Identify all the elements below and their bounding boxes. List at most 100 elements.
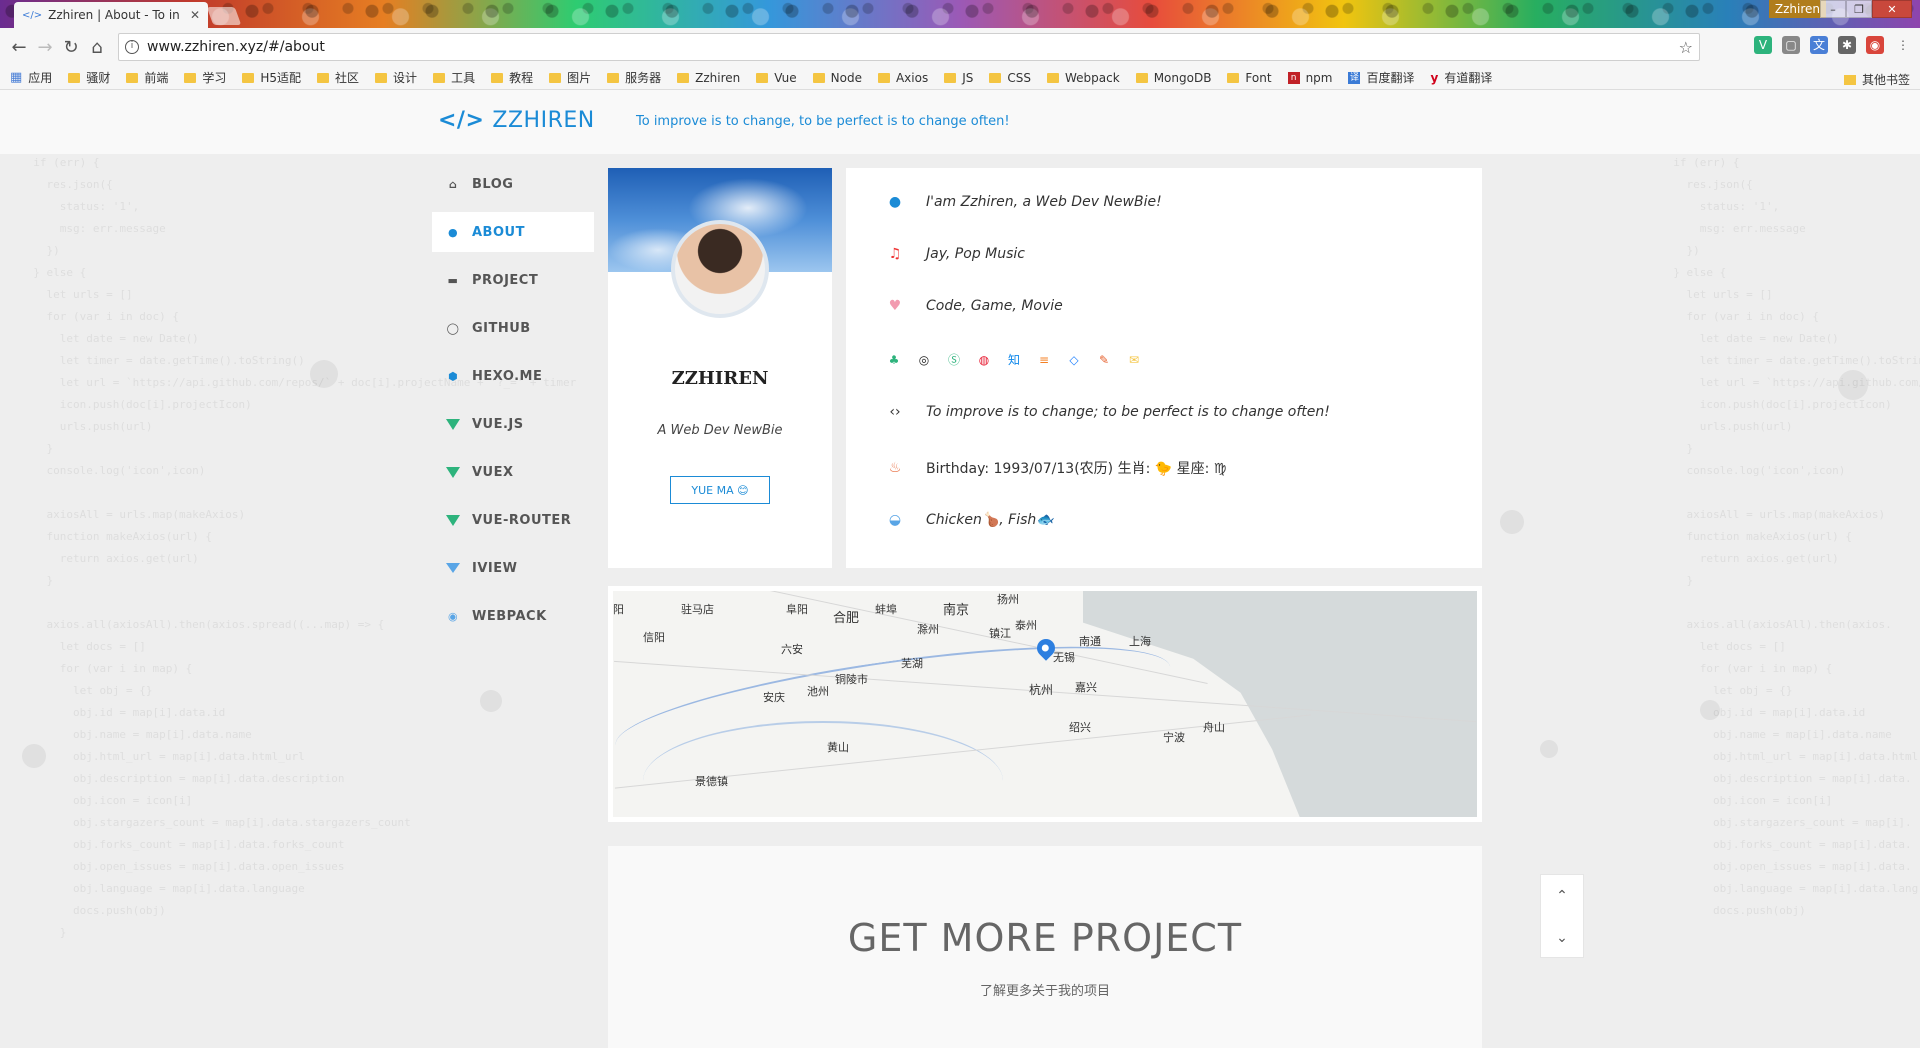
folder-icon: [607, 72, 620, 83]
map-city-label: 南京: [943, 603, 970, 618]
bookmark-folder[interactable]: Zzhiren: [677, 71, 740, 85]
segmentfault-icon[interactable]: Ⓢ: [946, 352, 962, 368]
bookmark-folder[interactable]: 设计: [375, 69, 417, 86]
puzzle-icon[interactable]: ✱: [1838, 36, 1856, 54]
apps-icon: ▦: [10, 70, 23, 85]
bookmark-label: Axios: [895, 70, 929, 85]
forward-icon[interactable]: →: [32, 37, 58, 58]
reload-icon[interactable]: ↻: [58, 37, 84, 58]
map-city-label: 合肥: [833, 611, 860, 626]
info-icon[interactable]: i: [125, 40, 139, 54]
nav-item-github[interactable]: ◯ GITHUB: [432, 308, 594, 348]
nav-item-vue-router[interactable]: VUE-ROUTER: [432, 500, 594, 540]
window-icon[interactable]: ▢: [1782, 36, 1800, 54]
bookmark-folder[interactable]: 图片: [549, 69, 591, 86]
bookmark-baidu-translate[interactable]: 译百度翻译: [1348, 69, 1415, 86]
map-city-label: 安庆: [763, 691, 785, 704]
back-icon[interactable]: ←: [6, 37, 32, 58]
menu-icon[interactable]: ⋮: [1894, 36, 1912, 54]
webpack-icon: ◉: [447, 609, 459, 623]
home-icon[interactable]: ⌂: [84, 37, 110, 58]
bookmark-folder[interactable]: Vue: [756, 70, 797, 85]
nav-item-hexo[interactable]: ⬢ HEXO.ME: [432, 356, 594, 396]
folder-icon: [877, 72, 890, 83]
nav-item-project[interactable]: ▬ PROJECT: [432, 260, 594, 300]
chrome-icon[interactable]: ◉: [1866, 36, 1884, 54]
nav-item-vuejs[interactable]: VUE.JS: [432, 404, 594, 444]
site-tagline: To improve is to change, to be perfect i…: [636, 114, 1010, 129]
map-city-label: 阜阳: [786, 603, 808, 616]
chevron-down-icon[interactable]: ⌄: [1541, 917, 1583, 959]
nav-item-webpack[interactable]: ◉ WEBPACK: [432, 596, 594, 636]
vue-icon: [446, 514, 460, 526]
maximize-button[interactable]: ❐: [1846, 0, 1872, 18]
bookmark-folder[interactable]: 前端: [126, 69, 168, 86]
nav-item-vuex[interactable]: VUEX: [432, 452, 594, 492]
site-logo[interactable]: </> ZZHIREN: [438, 108, 595, 133]
folder-icon: [989, 72, 1002, 83]
github-icon[interactable]: ◎: [916, 352, 932, 368]
code-icon: </>: [438, 108, 485, 133]
bookmark-folder[interactable]: Axios: [877, 70, 929, 85]
folder-icon: [433, 72, 446, 83]
nav-item-about[interactable]: ● ABOUT: [432, 212, 594, 252]
background-dot: [1700, 700, 1720, 720]
more-projects-section: GET MORE PROJECT 了解更多关于我的项目: [608, 846, 1482, 1048]
info-text: Jay, Pop Music: [926, 246, 1025, 262]
vue-devtools-icon[interactable]: V: [1754, 36, 1772, 54]
juejin-icon[interactable]: ◇: [1066, 352, 1082, 368]
stackoverflow-icon[interactable]: ≡: [1036, 352, 1052, 368]
bookmark-label: npm: [1305, 70, 1333, 85]
map-city-label: 宁波: [1163, 731, 1185, 744]
bookmark-folder[interactable]: CSS: [989, 71, 1031, 85]
npm-icon: n: [1287, 71, 1300, 84]
bookmark-other[interactable]: 其他书签: [1843, 71, 1910, 88]
info-text: I'am Zzhiren, a Web Dev NewBie!: [926, 194, 1162, 210]
info-row-birthday: ♨ Birthday: 1993/07/13(农历) 生肖: 🐤 星座: ♍: [886, 458, 1227, 478]
profile-name: ZZHIREN: [671, 368, 769, 389]
bookmark-apps[interactable]: ▦ 应用: [10, 69, 52, 86]
profile-badge[interactable]: Zzhiren: [1768, 0, 1826, 18]
bookmark-folder[interactable]: Font: [1227, 71, 1272, 85]
map-city-label: 泰州: [1015, 619, 1037, 632]
chevron-up-icon[interactable]: ⌃: [1541, 875, 1583, 917]
bookmark-label: H5适配: [260, 71, 302, 85]
contact-button[interactable]: YUE MA 😊: [670, 476, 770, 504]
close-icon[interactable]: ✕: [190, 8, 200, 22]
background-dot: [1838, 370, 1868, 400]
mail-icon[interactable]: ✉: [1126, 352, 1142, 368]
star-icon[interactable]: ☆: [1679, 38, 1693, 57]
bookmark-folder[interactable]: 社区: [317, 69, 359, 86]
nav-item-blog[interactable]: ⌂ BLOG: [432, 164, 594, 204]
bookmark-folder[interactable]: H5适配: [242, 69, 301, 86]
bookmark-youdao-translate[interactable]: y 有道翻译: [1431, 69, 1493, 86]
browser-tab[interactable]: </> Zzhiren | About - To in ✕: [14, 2, 208, 28]
window-close-button[interactable]: ✕: [1872, 0, 1912, 18]
minimize-button[interactable]: –: [1820, 0, 1846, 18]
bookmark-npm[interactable]: n npm: [1287, 70, 1333, 85]
douban-icon[interactable]: ♣: [886, 352, 902, 368]
bookmark-folder[interactable]: MongoDB: [1135, 71, 1211, 85]
bookmark-folder[interactable]: Node: [812, 71, 862, 85]
location-map-card: 阳 驻马店 阜阳 蚌埠 合肥 南京 扬州 信阳 滁州 泰州 六安 镇江 南通 上…: [608, 586, 1482, 822]
csdn-icon[interactable]: ✎: [1096, 352, 1112, 368]
location-map[interactable]: 阳 驻马店 阜阳 蚌埠 合肥 南京 扬州 信阳 滁州 泰州 六安 镇江 南通 上…: [613, 591, 1477, 817]
weibo-icon[interactable]: ◍: [976, 352, 992, 368]
bookmark-folder[interactable]: 服务器: [607, 69, 661, 86]
translate-icon[interactable]: 文: [1810, 36, 1828, 54]
address-bar[interactable]: i www.zzhiren.xyz/#/about ☆: [118, 33, 1700, 61]
bookmark-folder[interactable]: JS: [944, 71, 973, 85]
info-text: To improve is to change; to be perfect i…: [926, 404, 1330, 420]
bookmark-folder[interactable]: 骚财: [68, 69, 110, 86]
map-city-label: 六安: [781, 643, 803, 656]
bookmark-folder[interactable]: 工具: [433, 69, 475, 86]
zhihu-icon[interactable]: 知: [1006, 352, 1022, 368]
nav-item-iview[interactable]: IVIEW: [432, 548, 594, 588]
bookmark-folder[interactable]: 学习: [184, 69, 226, 86]
bookmark-folder[interactable]: 教程: [491, 69, 533, 86]
folder-icon: [184, 72, 197, 83]
bookmark-folder[interactable]: Webpack: [1047, 71, 1120, 85]
user-icon: ●: [447, 225, 459, 239]
bookmark-label: Vue: [774, 70, 797, 85]
vue-icon: [446, 418, 460, 430]
